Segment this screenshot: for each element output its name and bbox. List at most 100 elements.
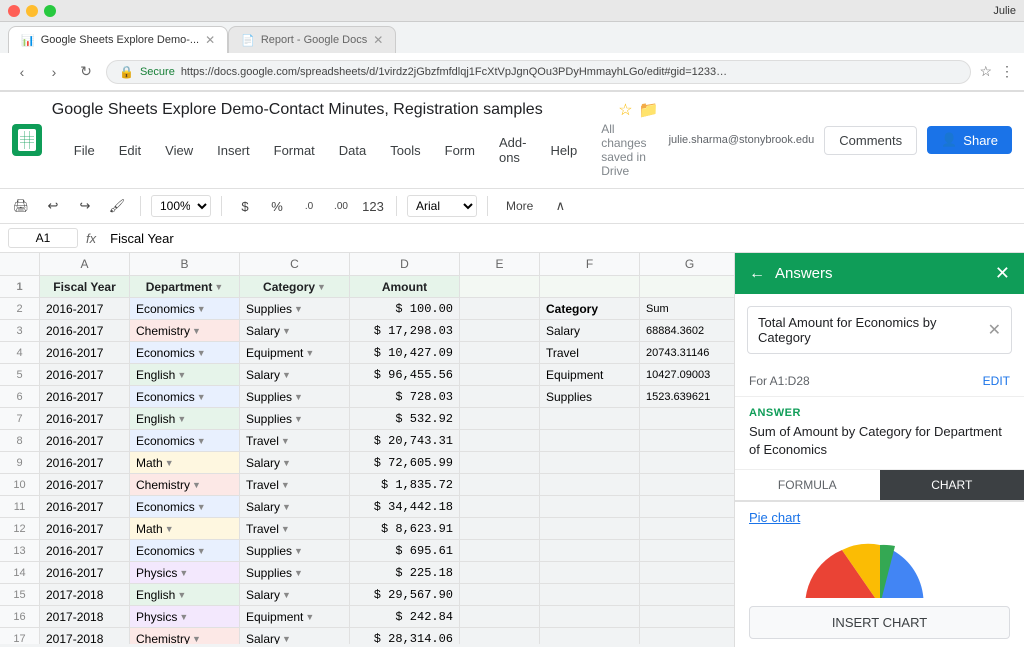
cell-fiscal-year[interactable]: 2016-2017 — [40, 386, 130, 407]
menu-edit[interactable]: Edit — [109, 139, 151, 162]
cell-department[interactable]: English▼ — [130, 584, 240, 605]
cell-amount[interactable]: $ 1,835.72 — [350, 474, 460, 495]
cell-category[interactable]: Supplies▼ — [240, 562, 350, 583]
cell-department[interactable]: Economics▼ — [130, 386, 240, 407]
forward-button[interactable]: › — [42, 60, 66, 84]
tab-docs-close[interactable]: ✕ — [373, 33, 383, 47]
increase-decimal-button[interactable]: .00 — [328, 193, 354, 219]
cell-category[interactable]: Salary▼ — [240, 452, 350, 473]
menu-form[interactable]: Form — [435, 139, 485, 162]
cell-category[interactable]: Travel▼ — [240, 430, 350, 451]
cell-department[interactable]: Economics▼ — [130, 342, 240, 363]
cell-amount[interactable]: $ 225.18 — [350, 562, 460, 583]
cell-department[interactable]: Economics▼ — [130, 496, 240, 517]
cell-fiscal-year[interactable]: 2016-2017 — [40, 452, 130, 473]
cell-category[interactable]: Travel▼ — [240, 474, 350, 495]
cell-amount[interactable]: $ 72,605.99 — [350, 452, 460, 473]
address-bar[interactable]: 🔒 Secure https://docs.google.com/spreads… — [106, 60, 971, 84]
cell-category[interactable]: Salary▼ — [240, 496, 350, 517]
comments-button[interactable]: Comments — [824, 126, 917, 155]
cell-amount[interactable]: $ 96,455.56 — [350, 364, 460, 385]
format-num-button[interactable]: 123 — [360, 193, 386, 219]
cell-department[interactable]: Economics▼ — [130, 540, 240, 561]
cell-amount[interactable]: $ 20,743.31 — [350, 430, 460, 451]
menu-addons[interactable]: Add-ons — [489, 131, 536, 169]
cell-fiscal-year[interactable]: 2016-2017 — [40, 496, 130, 517]
insert-chart-button[interactable]: INSERT CHART — [749, 606, 1010, 639]
panel-close-button[interactable]: ✕ — [995, 263, 1010, 284]
currency-button[interactable]: $ — [232, 193, 258, 219]
more-button[interactable]: More — [498, 197, 541, 215]
cell-category[interactable]: Equipment▼ — [240, 606, 350, 627]
edit-link[interactable]: EDIT — [983, 374, 1010, 388]
cell-fiscal-year[interactable]: 2016-2017 — [40, 298, 130, 319]
decrease-decimal-button[interactable]: .0 — [296, 193, 322, 219]
cell-amount[interactable]: $ 100.00 — [350, 298, 460, 319]
cell-reference[interactable] — [8, 228, 78, 248]
cell-department[interactable]: Physics▼ — [130, 606, 240, 627]
cell-fiscal-year[interactable]: 2016-2017 — [40, 320, 130, 341]
cell-fiscal-year[interactable]: 2016-2017 — [40, 342, 130, 363]
menu-file[interactable]: File — [64, 139, 105, 162]
cell-1b[interactable]: Department ▼ — [130, 276, 240, 297]
cell-department[interactable]: Physics▼ — [130, 562, 240, 583]
cell-category[interactable]: Supplies▼ — [240, 540, 350, 561]
font-select[interactable]: Arial — [407, 195, 477, 217]
cell-category[interactable]: Salary▼ — [240, 364, 350, 385]
share-button[interactable]: 👤 Share — [927, 126, 1012, 154]
chart-tab[interactable]: CHART — [880, 470, 1024, 500]
cell-amount[interactable]: $ 695.61 — [350, 540, 460, 561]
cell-category[interactable]: Supplies▼ — [240, 298, 350, 319]
paint-format-button[interactable]: 🖌 — [104, 193, 130, 219]
bookmark-icon[interactable]: ☆ — [979, 63, 992, 80]
reload-button[interactable]: ↻ — [74, 60, 98, 84]
cell-department[interactable]: English▼ — [130, 364, 240, 385]
cell-category[interactable]: Salary▼ — [240, 584, 350, 605]
cell-fiscal-year[interactable]: 2017-2018 — [40, 606, 130, 627]
close-btn[interactable] — [8, 5, 20, 17]
tab-sheets-close[interactable]: ✕ — [205, 33, 215, 47]
menu-data[interactable]: Data — [329, 139, 376, 162]
percent-button[interactable]: % — [264, 193, 290, 219]
settings-icon[interactable]: ⋮ — [1000, 63, 1014, 80]
collapse-button[interactable]: ∧ — [547, 193, 573, 219]
back-button[interactable]: ‹ — [10, 60, 34, 84]
cell-fiscal-year[interactable]: 2016-2017 — [40, 408, 130, 429]
cell-1d[interactable]: Amount — [350, 276, 460, 297]
folder-icon[interactable]: 📁 — [639, 100, 659, 120]
cell-fiscal-year[interactable]: 2016-2017 — [40, 430, 130, 451]
cell-amount[interactable]: $ 10,427.09 — [350, 342, 460, 363]
cell-fiscal-year[interactable]: 2017-2018 — [40, 628, 130, 644]
cell-fiscal-year[interactable]: 2016-2017 — [40, 364, 130, 385]
print-button[interactable]: 🖨 — [8, 193, 34, 219]
cell-amount[interactable]: $ 532.92 — [350, 408, 460, 429]
cell-amount[interactable]: $ 8,623.91 — [350, 518, 460, 539]
panel-back-button[interactable]: ← — [749, 265, 765, 283]
cell-category[interactable]: Supplies▼ — [240, 386, 350, 407]
cell-fiscal-year[interactable]: 2016-2017 — [40, 562, 130, 583]
cell-category[interactable]: Supplies▼ — [240, 408, 350, 429]
cell-1c[interactable]: Category ▼ — [240, 276, 350, 297]
minimize-btn[interactable] — [26, 5, 38, 17]
cell-department[interactable]: Math▼ — [130, 452, 240, 473]
cell-amount[interactable]: $ 242.84 — [350, 606, 460, 627]
cell-amount[interactable]: $ 17,298.03 — [350, 320, 460, 341]
formula-tab[interactable]: FORMULA — [735, 470, 880, 500]
tab-docs[interactable]: 📄 Report - Google Docs ✕ — [228, 26, 396, 53]
cell-category[interactable]: Travel▼ — [240, 518, 350, 539]
menu-insert[interactable]: Insert — [207, 139, 260, 162]
cell-category[interactable]: Salary▼ — [240, 320, 350, 341]
pie-chart-link[interactable]: Pie chart — [749, 510, 1010, 525]
cell-fiscal-year[interactable]: 2016-2017 — [40, 474, 130, 495]
cell-amount[interactable]: $ 28,314.06 — [350, 628, 460, 644]
menu-format[interactable]: Format — [264, 139, 325, 162]
cell-amount[interactable]: $ 34,442.18 — [350, 496, 460, 517]
cell-fiscal-year[interactable]: 2016-2017 — [40, 518, 130, 539]
cell-amount[interactable]: $ 29,567.90 — [350, 584, 460, 605]
tab-sheets[interactable]: 📊 Google Sheets Explore Demo-... ✕ — [8, 26, 228, 53]
star-icon[interactable]: ☆ — [618, 100, 632, 120]
cell-amount[interactable]: $ 728.03 — [350, 386, 460, 407]
redo-button[interactable]: ↪ — [72, 193, 98, 219]
undo-button[interactable]: ↩ — [40, 193, 66, 219]
menu-view[interactable]: View — [155, 139, 203, 162]
